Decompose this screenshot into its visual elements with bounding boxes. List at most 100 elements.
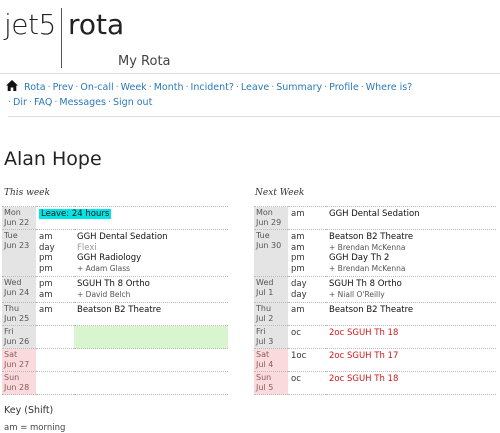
date-label: Jul 3 (256, 337, 274, 346)
home-icon[interactable] (6, 80, 18, 91)
nav-separator: · (8, 97, 12, 108)
day-date-cell[interactable]: Sat Jul 4 (254, 348, 288, 372)
session-name: GGH Dental Sedation (329, 209, 420, 219)
session-cell[interactable]: Beatson B2 Theatre (326, 303, 496, 326)
day-name: Fri (4, 327, 14, 336)
nav-separator: · (115, 82, 119, 93)
day-date-cell[interactable]: Wed Jun 24 (2, 276, 36, 303)
rota-row: Sat Jul 4 1oc 2oc SGUH Th 17 (254, 348, 496, 372)
rota-row: Mon Jun 22 Leave: 24 hours (2, 206, 228, 230)
colleague-name: + Brendan McKenna (329, 263, 406, 273)
day-date-cell[interactable]: Sun Jul 5 (254, 371, 288, 395)
period-label: am (291, 242, 305, 253)
day-name: Thu (4, 304, 20, 313)
nav-item-dir[interactable]: Dir (13, 97, 27, 108)
key-line: am = morning (4, 423, 66, 433)
date-label: Jun 22 (4, 218, 30, 227)
colleague-name: + Niall O'Reilly (329, 289, 385, 299)
session-name: 2oc SGUH Th 18 (329, 328, 399, 338)
rota-row: Wed Jun 24 pm am SGUH Th 8 Ortho + David Belc… (2, 276, 228, 303)
session-name: GGH Day Th 2 (329, 253, 390, 263)
day-date-cell[interactable]: Thu Jun 25 (2, 302, 36, 326)
this-week-title: This week (4, 188, 50, 198)
period-label: pm (39, 253, 53, 263)
session-name: GGH Dental Sedation (77, 232, 168, 242)
this-week-table: Mon Jun 22 Leave: 24 hours Tue Jun 23 am day pm… (2, 206, 228, 395)
leave-cell: Leave: 24 hours (36, 207, 228, 230)
rota-row: Fri Jun 26 (2, 325, 228, 349)
session-cell[interactable]: 2oc SGUH Th 18 (326, 326, 496, 349)
session-cell[interactable]: Beatson B2 Theatre (74, 303, 228, 326)
day-name: Fri (256, 327, 266, 336)
nav-item-faq[interactable]: FAQ (34, 97, 52, 108)
period-cell: day day (288, 277, 326, 303)
day-date-cell[interactable]: Mon Jun 29 (254, 206, 288, 230)
date-label: Jun 26 (4, 337, 30, 346)
nav-separator: · (360, 82, 364, 93)
session-cell[interactable]: SGUH Th 8 Ortho + David Belch (74, 277, 228, 303)
logo-rota: rota (68, 8, 125, 41)
day-name: Sun (256, 373, 272, 382)
colleague-name: + Adam Glass (77, 263, 131, 273)
period-cell: am (288, 207, 326, 230)
session-cell[interactable]: GGH Dental Sedation (326, 207, 496, 230)
session-cell (74, 325, 228, 349)
nav-item-profile[interactable]: Profile (329, 82, 359, 93)
nav-item-rota[interactable]: Rota (24, 82, 46, 93)
day-date-cell[interactable]: Mon Jun 22 (2, 206, 36, 230)
session-name: 2oc SGUH Th 18 (329, 374, 399, 384)
nav-item-week[interactable]: Week (121, 82, 147, 93)
period-label: am (291, 305, 305, 315)
page-subtitle: My Rota (118, 54, 171, 69)
header-divider (0, 73, 500, 74)
nav-separator: · (47, 82, 51, 93)
nav-separator: · (107, 97, 111, 108)
day-date-cell[interactable]: Sun Jun 28 (2, 371, 36, 395)
date-label: Jun 28 (4, 383, 30, 392)
day-date-cell[interactable]: Tue Jun 30 (254, 229, 288, 277)
period-label: am (291, 209, 305, 219)
day-name: Wed (4, 278, 22, 287)
colleague-name: + Brendan McKenna (329, 242, 406, 252)
session-name: SGUH Th 8 Ortho (329, 279, 402, 289)
day-date-cell[interactable]: Fri Jun 26 (2, 325, 36, 349)
nav-item-prev[interactable]: Prev (53, 82, 74, 93)
session-name: Beatson B2 Theatre (329, 305, 414, 315)
session-cell[interactable]: Beatson B2 Theatre + Brendan McKenna GGH D… (326, 230, 496, 277)
day-date-cell[interactable]: Wed Jul 1 (254, 276, 288, 303)
rota-row: Sun Jul 5 oc 2oc SGUH Th 18 (254, 371, 496, 395)
key-title: Key (Shift) (4, 405, 54, 416)
period-label: am (39, 232, 53, 242)
nav-item-summary[interactable]: Summary (276, 82, 322, 93)
nav-item-leave[interactable]: Leave (241, 82, 269, 93)
date-label: Jun 30 (256, 241, 282, 250)
session-cell[interactable]: SGUH Th 8 Ortho + Niall O'Reilly (326, 277, 496, 303)
nav-separator: · (235, 82, 239, 93)
session-cell[interactable]: GGH Dental Sedation Flexi GGH Radiology + A… (74, 230, 228, 277)
period-label: day (291, 289, 307, 300)
day-date-cell[interactable]: Fri Jul 3 (254, 325, 288, 349)
nav-item-where-is[interactable]: Where is? (366, 82, 412, 93)
day-date-cell[interactable]: Thu Jul 2 (254, 302, 288, 326)
nav-item-on-call[interactable]: On-call (80, 82, 113, 93)
rota-row: Fri Jul 3 oc 2oc SGUH Th 18 (254, 325, 496, 349)
day-date-cell[interactable]: Sat Jun 27 (2, 348, 36, 372)
nav-item-month[interactable]: Month (154, 82, 184, 93)
period-cell: pm am (36, 277, 74, 303)
nav-item-incident[interactable]: Incident? (191, 82, 234, 93)
nav-separator: · (185, 82, 189, 93)
period-label: 1oc (291, 351, 307, 361)
period-cell (36, 349, 74, 372)
nav-item-sign-out[interactable]: Sign out (113, 97, 152, 108)
nav-item-messages[interactable]: Messages (59, 97, 106, 108)
rota-row: Tue Jun 30 am am pm pm Beatson B2 Theatre + Bre… (254, 229, 496, 277)
period-label: pm (39, 279, 53, 289)
session-cell[interactable]: 2oc SGUH Th 17 (326, 349, 496, 372)
session-name: Beatson B2 Theatre (329, 232, 414, 242)
day-name: Tue (4, 231, 18, 240)
session-cell[interactable]: 2oc SGUH Th 18 (326, 372, 496, 395)
period-label: pm (291, 253, 305, 263)
period-label: am (291, 232, 305, 242)
nav-divider (8, 116, 500, 117)
day-date-cell[interactable]: Tue Jun 23 (2, 229, 36, 277)
